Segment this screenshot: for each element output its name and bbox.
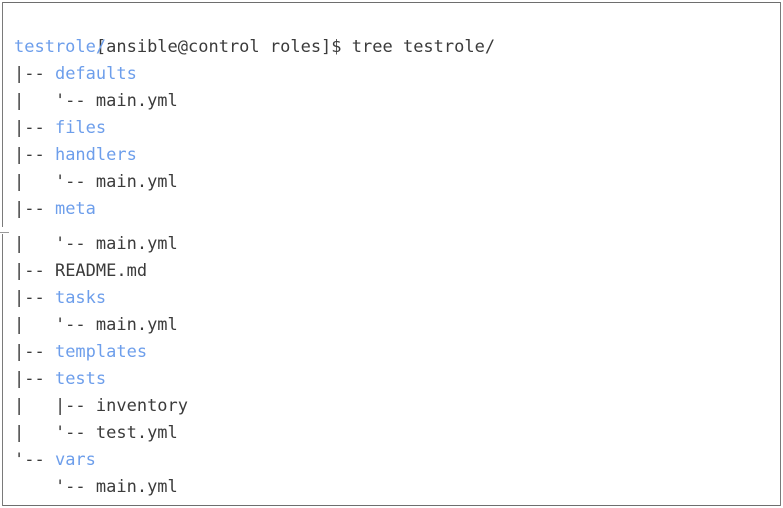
tree-branch-glyph: '-- (14, 477, 96, 497)
terminal-screenshot: [ansible@control roles]$ tree testrole/ … (0, 0, 783, 508)
tree-line: |-- templates (14, 339, 780, 366)
tree-branch-glyph: | '-- (14, 172, 96, 192)
tree-branch-glyph: |-- (14, 261, 55, 281)
tree-branch-glyph: '-- (14, 450, 55, 470)
tree-directory-name: vars (54, 450, 96, 470)
tree-branch-glyph: | '-- (14, 315, 96, 335)
tree-line: |-- defaults (14, 61, 780, 88)
tree-file-name: test.yml (95, 423, 178, 443)
tree-file-name: inventory (95, 396, 189, 416)
tree-file-name: README.md (54, 261, 148, 281)
tree-branch-glyph: |-- (14, 118, 55, 138)
tree-line: | '-- main.yml (14, 169, 780, 196)
shell-prompt: [ansible@control roles]$ (95, 37, 342, 57)
tree-branch-glyph: | '-- (14, 91, 96, 111)
tree-directory-name: meta (54, 199, 96, 219)
terminal-output-area[interactable]: [ansible@control roles]$ tree testrole/ … (3, 3, 780, 505)
tree-line: '-- vars (14, 447, 780, 474)
tree-file-name: main.yml (95, 477, 178, 497)
tree-file-name: main.yml (95, 234, 178, 254)
tree-branch-glyph: | |-- (14, 396, 96, 416)
tree-branch-glyph: |-- (14, 288, 55, 308)
tree-line: | '-- main.yml (14, 312, 780, 339)
tree-directory-name: templates (54, 342, 148, 362)
tree-branch-glyph: | '-- (14, 423, 96, 443)
terminal-border-bottom (2, 505, 781, 506)
tree-line: |-- files (14, 115, 780, 142)
tree-file-name: main.yml (95, 91, 178, 111)
tree-line: |-- tasks (14, 285, 780, 312)
tree-branch-glyph: |-- (14, 342, 55, 362)
tree-line: |-- README.md (14, 258, 780, 285)
tree-line: |-- handlers (14, 142, 780, 169)
tree-directory-name: files (54, 118, 107, 138)
tree-line: | |-- inventory (14, 393, 780, 420)
tree-branch-glyph: |-- (14, 199, 55, 219)
stitch-seam-line (0, 232, 9, 233)
tree-file-name: main.yml (95, 315, 178, 335)
terminal-line-list: [ansible@control roles]$ tree testrole/ … (14, 7, 780, 501)
tree-directory-name: handlers (54, 145, 137, 165)
tree-directory-name: tasks (54, 288, 107, 308)
tree-directory-name: testrole/ (14, 37, 107, 57)
tree-branch-glyph: |-- (14, 369, 55, 389)
tree-directory-name: defaults (54, 64, 137, 84)
tree-line: | '-- main.yml (14, 231, 780, 258)
tree-line: |-- tests (14, 366, 780, 393)
tree-line: |-- meta (14, 196, 780, 223)
terminal-border-right (780, 2, 781, 506)
tree-branch-glyph: |-- (14, 145, 55, 165)
shell-command: tree testrole/ (351, 37, 496, 57)
tree-line: | '-- main.yml (14, 88, 780, 115)
terminal-prompt-line: [ansible@control roles]$ tree testrole/ (14, 7, 780, 57)
tree-branch-glyph: | '-- (14, 234, 96, 254)
tree-line: '-- main.yml (14, 474, 780, 501)
tree-file-name: main.yml (95, 172, 178, 192)
tree-branch-glyph: |-- (14, 64, 55, 84)
tree-line: | '-- test.yml (14, 420, 780, 447)
tree-directory-name: tests (54, 369, 107, 389)
